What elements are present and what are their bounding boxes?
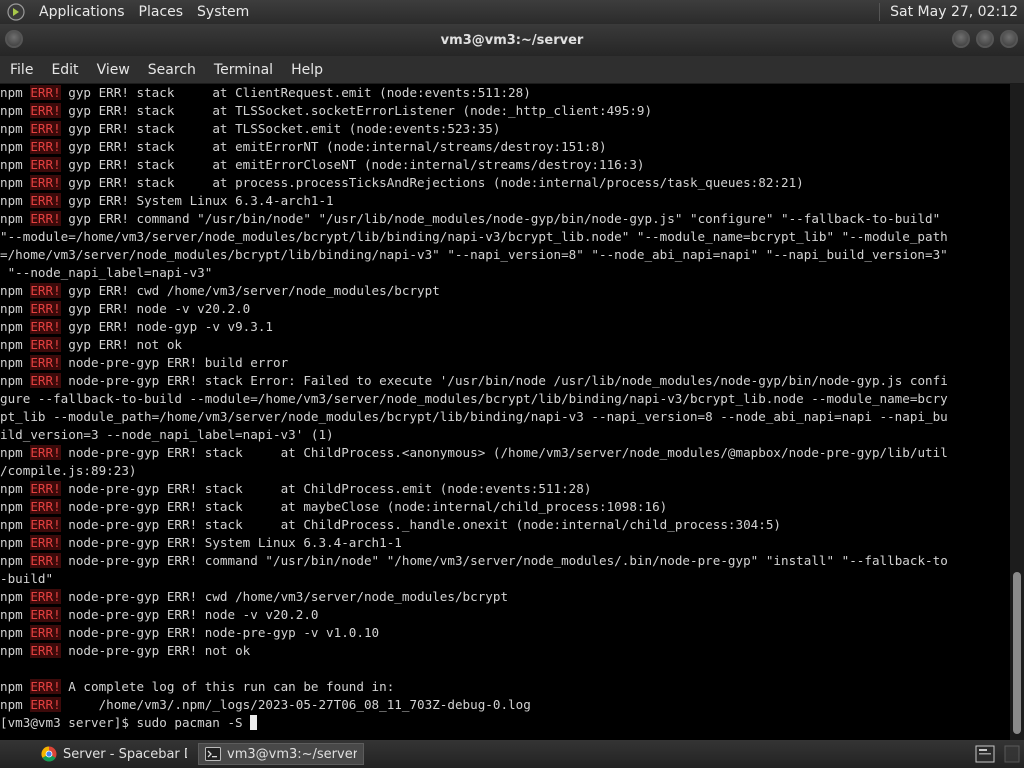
menu-terminal[interactable]: Terminal (205, 56, 282, 84)
menu-places[interactable]: Places (132, 0, 191, 24)
terminal-line: npm ERR! node-pre-gyp ERR! node-pre-gyp … (0, 625, 380, 640)
panel-separator (879, 3, 881, 21)
terminal-line: npm ERR! node-pre-gyp ERR! not ok (0, 643, 251, 658)
terminal-line-wrap: "--node_napi_label=napi-v3" (0, 265, 213, 280)
terminal-line: npm ERR! gyp ERR! node -v v20.2.0 (0, 301, 251, 316)
terminal-line: npm ERR! gyp ERR! stack at TLSSocket.emi… (0, 121, 501, 136)
clock[interactable]: Sat May 27, 02:12 (886, 4, 1024, 20)
terminal-output[interactable]: npm ERR! gyp ERR! stack at ClientRequest… (0, 84, 1010, 740)
terminal-line: npm ERR! /home/vm3/.npm/_logs/2023-05-27… (0, 697, 531, 712)
terminal-line: npm ERR! gyp ERR! System Linux 6.3.4-arc… (0, 193, 334, 208)
terminal-line: npm ERR! gyp ERR! node-gyp -v v9.3.1 (0, 319, 273, 334)
terminal-line-wrap: "--module=/home/vm3/server/node_modules/… (0, 229, 948, 244)
terminal-line: npm ERR! A complete log of this run can … (0, 679, 395, 694)
window-title: vm3@vm3:~/server (440, 32, 584, 48)
window-title-bar[interactable]: vm3@vm3:~/server (0, 24, 1024, 56)
terminal-line-wrap: gure --fallback-to-build --module=/home/… (0, 391, 948, 406)
terminal-line: npm ERR! node-pre-gyp ERR! stack at Chil… (0, 481, 592, 496)
terminal-line: npm ERR! node-pre-gyp ERR! cwd /home/vm3… (0, 589, 509, 604)
menu-applications[interactable]: Applications (32, 0, 132, 24)
terminal-line-wrap: /compile.js:89:23) (0, 463, 137, 478)
terminal-line-wrap: =/home/vm3/server/node_modules/bcrypt/li… (0, 247, 948, 262)
menu-view[interactable]: View (88, 56, 139, 84)
workspace-switcher[interactable] (1004, 744, 1020, 764)
terminal-line: npm ERR! node-pre-gyp ERR! build error (0, 355, 289, 370)
terminal-scrollbar[interactable] (1010, 84, 1024, 740)
menu-system[interactable]: System (190, 0, 256, 24)
terminal-icon (205, 746, 221, 762)
minimize-button[interactable] (952, 30, 970, 48)
menu-search[interactable]: Search (139, 56, 205, 84)
terminal-line: npm ERR! gyp ERR! not ok (0, 337, 183, 352)
terminal-line: npm ERR! gyp ERR! stack at process.proce… (0, 175, 804, 190)
scrollbar-thumb[interactable] (1013, 572, 1021, 734)
taskbar-item-browser[interactable]: Server - Spacebar D... (34, 743, 194, 765)
chrome-icon (41, 746, 57, 762)
terminal-line: npm ERR! gyp ERR! stack at ClientRequest… (0, 85, 531, 100)
terminal-line-wrap: -build" (0, 571, 54, 586)
terminal-line: npm ERR! gyp ERR! cwd /home/vm3/server/n… (0, 283, 440, 298)
terminal-line: npm ERR! gyp ERR! stack at emitErrorNT (… (0, 139, 607, 154)
menu-help[interactable]: Help (282, 56, 332, 84)
terminal-line: npm ERR! gyp ERR! stack at emitErrorClos… (0, 157, 645, 172)
menu-edit[interactable]: Edit (42, 56, 87, 84)
menu-bar: File Edit View Search Terminal Help (0, 56, 1024, 84)
taskbar-item-label: vm3@vm3:~/server (227, 746, 357, 762)
text-cursor (250, 715, 258, 730)
terminal-line: npm ERR! gyp ERR! stack at TLSSocket.soc… (0, 103, 653, 118)
terminal-line: npm ERR! node-pre-gyp ERR! stack at Chil… (0, 517, 781, 532)
shell-prompt: [vm3@vm3 server]$ sudo pacman -S (0, 715, 251, 730)
menu-file[interactable]: File (0, 56, 42, 84)
taskbar-item-terminal[interactable]: vm3@vm3:~/server (198, 743, 364, 765)
terminal-line-wrap: pt_lib --module_path=/home/vm3/server/no… (0, 409, 948, 424)
terminal-line: npm ERR! node-pre-gyp ERR! System Linux … (0, 535, 402, 550)
terminal-line: npm ERR! node-pre-gyp ERR! stack Error: … (0, 373, 948, 388)
terminal-prompt-line[interactable]: [vm3@vm3 server]$ sudo pacman -S (0, 714, 1010, 732)
close-button[interactable] (1000, 30, 1018, 48)
terminal-line-wrap: ild_version=3 --node_napi_label=napi-v3'… (0, 427, 334, 442)
terminal-line: npm ERR! node-pre-gyp ERR! stack at Chil… (0, 445, 948, 460)
terminal-line: npm ERR! node-pre-gyp ERR! command "/usr… (0, 553, 948, 568)
taskbar: Server - Spacebar D... vm3@vm3:~/server (0, 740, 1024, 768)
terminal-line: npm ERR! node-pre-gyp ERR! node -v v20.2… (0, 607, 319, 622)
show-desktop-icon[interactable] (974, 744, 996, 764)
applications-logo-icon[interactable] (6, 2, 26, 22)
terminal-line: npm ERR! gyp ERR! command "/usr/bin/node… (0, 211, 941, 226)
terminal-line: npm ERR! node-pre-gyp ERR! stack at mayb… (0, 499, 668, 514)
maximize-button[interactable] (976, 30, 994, 48)
window-menu-button[interactable] (5, 30, 23, 48)
top-panel: Applications Places System Sat May 27, 0… (0, 0, 1024, 24)
taskbar-item-label: Server - Spacebar D... (63, 746, 187, 762)
